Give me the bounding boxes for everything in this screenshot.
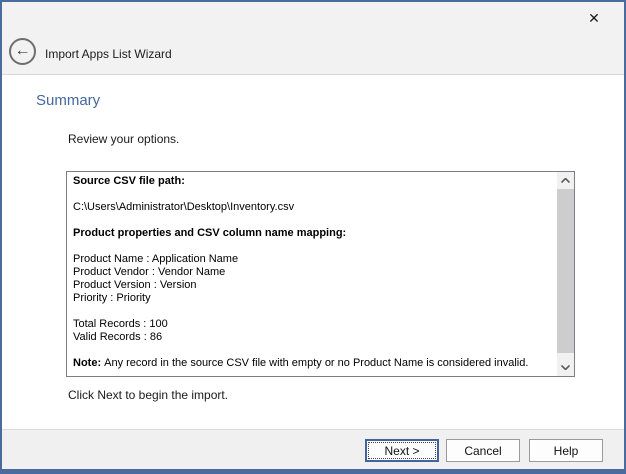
close-icon: ✕: [588, 10, 600, 27]
scroll-down-button[interactable]: [557, 359, 574, 376]
mapping-row: Product Vendor : Vendor Name: [73, 266, 557, 279]
footer-instruction: Click Next to begin the import.: [68, 388, 228, 402]
wizard-header: ✕ ← Import Apps List Wizard: [2, 2, 624, 75]
vertical-scrollbar[interactable]: [557, 172, 574, 376]
footer-bar: Next > Cancel Help: [2, 429, 624, 469]
note-label: Note:: [73, 357, 101, 369]
mapping-heading: Product properties and CSV column name m…: [73, 227, 557, 240]
summary-content: Source CSV file path: C:\Users\Administr…: [67, 172, 557, 376]
help-button[interactable]: Help: [529, 439, 603, 462]
source-csv-path: C:\Users\Administrator\Desktop\Inventory…: [73, 201, 557, 214]
instruction-text: Review your options.: [68, 132, 179, 146]
page-heading: Summary: [36, 92, 100, 109]
note-line: Note:Any record in the source CSV file w…: [73, 357, 557, 370]
note-text: Any record in the source CSV file with e…: [104, 357, 528, 369]
blank-line: [73, 305, 557, 318]
mapping-row: Product Version : Version: [73, 279, 557, 292]
blank-line: [73, 344, 557, 357]
next-button[interactable]: Next >: [365, 439, 439, 462]
mapping-row: Priority : Priority: [73, 292, 557, 305]
scroll-up-button[interactable]: [557, 172, 574, 189]
source-csv-heading: Source CSV file path:: [73, 175, 557, 188]
valid-records: Valid Records : 86: [73, 331, 557, 344]
blank-line: [73, 240, 557, 253]
scrollbar-thumb[interactable]: [557, 189, 574, 353]
mapping-row: Product Name : Application Name: [73, 253, 557, 266]
back-arrow-icon: ←: [15, 43, 31, 59]
scroll-down-icon: [561, 365, 570, 370]
back-button[interactable]: ←: [9, 38, 36, 65]
blank-line: [73, 188, 557, 201]
scroll-up-icon: [561, 178, 570, 183]
wizard-title: Import Apps List Wizard: [45, 47, 172, 61]
close-button[interactable]: ✕: [580, 6, 608, 30]
wizard-window: ✕ ← Import Apps List Wizard Summary Revi…: [0, 0, 626, 474]
cancel-button[interactable]: Cancel: [446, 439, 520, 462]
total-records: Total Records : 100: [73, 318, 557, 331]
summary-box[interactable]: Source CSV file path: C:\Users\Administr…: [66, 171, 575, 377]
blank-line: [73, 214, 557, 227]
